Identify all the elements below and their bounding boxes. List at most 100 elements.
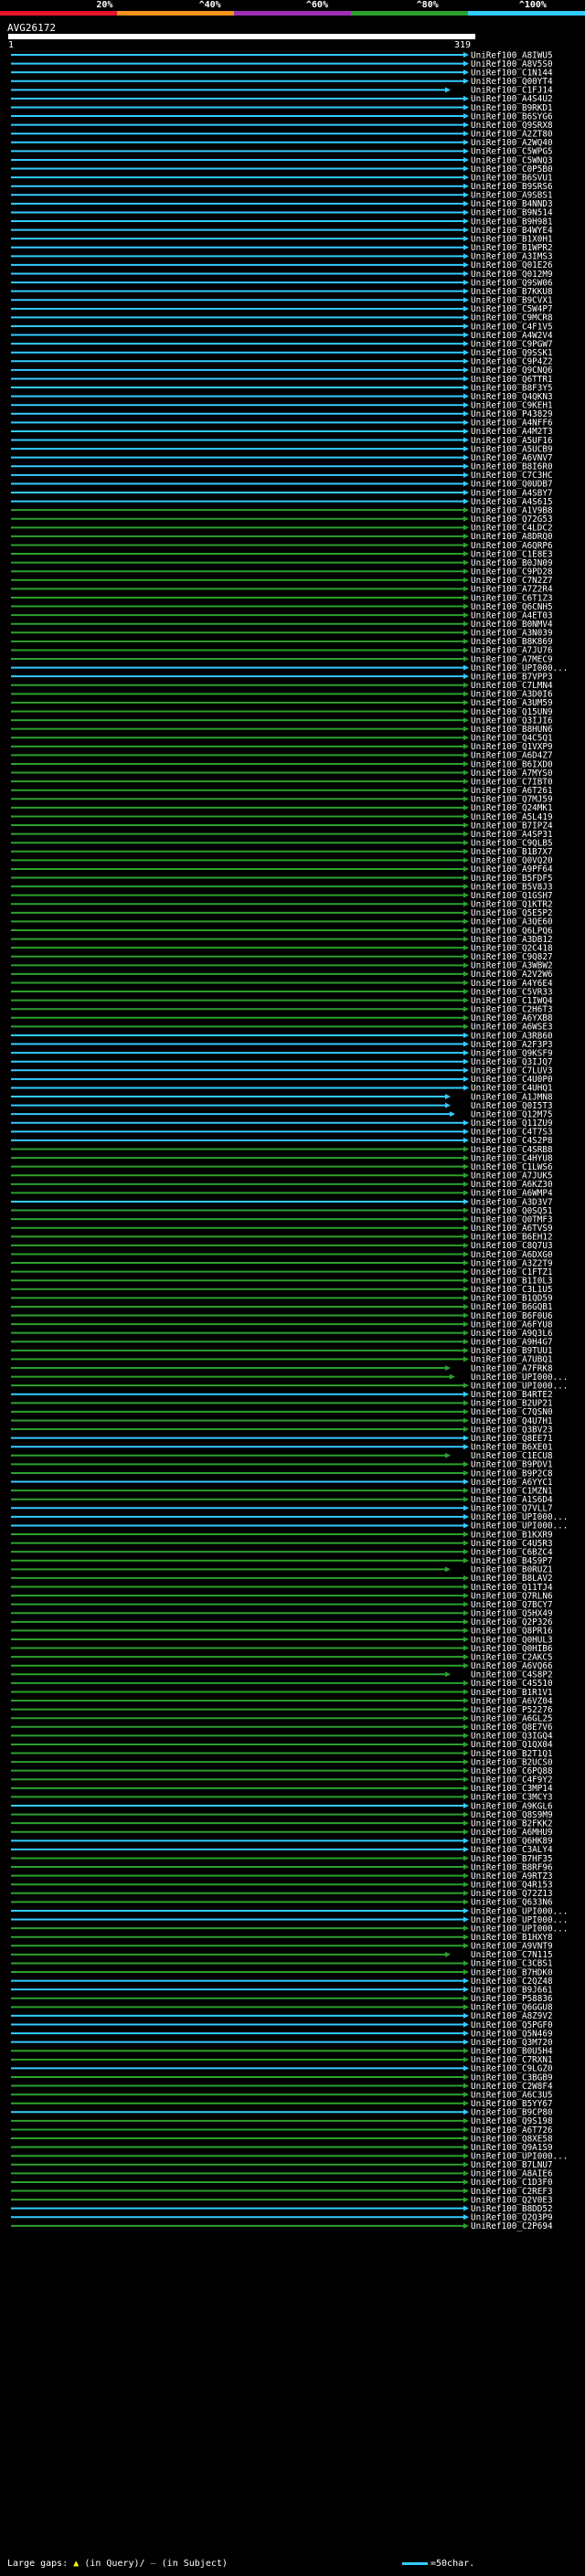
continuation-arrow-icon — [463, 1155, 469, 1161]
continuation-arrow-icon — [463, 936, 469, 942]
continuation-arrow-icon — [463, 1715, 469, 1722]
continuation-arrow-icon — [463, 831, 469, 837]
continuation-arrow-icon — [463, 1618, 469, 1625]
continuation-arrow-icon — [463, 2039, 469, 2045]
continuation-arrow-icon — [463, 1330, 469, 1336]
continuation-arrow-icon — [463, 1759, 469, 1765]
continuation-arrow-icon — [463, 848, 469, 854]
continuation-arrow-icon — [463, 1733, 469, 1739]
continuation-arrow-icon — [463, 1820, 469, 1827]
continuation-arrow-icon — [463, 2092, 469, 2098]
continuation-arrow-icon — [463, 822, 469, 829]
continuation-arrow-icon — [463, 358, 469, 365]
continuation-arrow-icon — [463, 1286, 469, 1292]
continuation-arrow-icon — [463, 1829, 469, 1835]
continuation-arrow-icon — [445, 87, 451, 93]
continuation-arrow-icon — [463, 865, 469, 872]
continuation-arrow-icon — [463, 1444, 469, 1450]
continuation-arrow-icon — [463, 1312, 469, 1319]
continuation-arrow-icon — [463, 1995, 469, 2001]
continuation-arrow-icon — [463, 577, 469, 583]
continuation-arrow-icon — [463, 1846, 469, 1852]
continuation-arrow-icon — [463, 1513, 469, 1520]
continuation-arrow-icon — [463, 1085, 469, 1091]
continuation-arrow-icon — [463, 918, 469, 925]
continuation-arrow-icon — [463, 1181, 469, 1187]
continuation-arrow-icon — [463, 594, 469, 600]
continuation-arrow-icon — [463, 1627, 469, 1634]
continuation-arrow-icon — [463, 1785, 469, 1791]
continuation-arrow-icon — [463, 603, 469, 610]
continuation-arrow-icon — [463, 1496, 469, 1502]
gaps-subject-label: (in Subject) — [161, 2559, 228, 2569]
continuation-arrow-icon — [463, 385, 469, 391]
continuation-arrow-icon — [463, 1532, 469, 1538]
continuation-arrow-icon — [463, 796, 469, 802]
continuation-arrow-icon — [463, 165, 469, 172]
continuation-arrow-icon — [463, 1260, 469, 1267]
continuation-arrow-icon — [463, 428, 469, 434]
continuation-arrow-icon — [463, 1916, 469, 1923]
continuation-arrow-icon — [463, 1680, 469, 1686]
continuation-arrow-icon — [463, 261, 469, 268]
continuation-arrow-icon — [463, 1356, 469, 1362]
hit-link[interactable]: UniRef100_C2P694 — [471, 2221, 553, 2231]
continuation-arrow-icon — [463, 1960, 469, 1966]
continuation-arrow-icon — [463, 840, 469, 846]
continuation-arrow-icon — [463, 402, 469, 408]
continuation-arrow-icon — [463, 2222, 469, 2229]
continuation-arrow-icon — [463, 1067, 469, 1074]
continuation-arrow-icon — [463, 726, 469, 732]
continuation-arrow-icon — [463, 1925, 469, 1932]
continuation-arrow-icon — [463, 1574, 469, 1581]
continuation-arrow-icon — [463, 156, 469, 163]
continuation-arrow-icon — [463, 1488, 469, 1494]
continuation-arrow-icon — [463, 1872, 469, 1879]
continuation-arrow-icon — [463, 769, 469, 776]
continuation-arrow-icon — [463, 1987, 469, 1993]
continuation-arrow-icon — [463, 341, 469, 347]
continuation-arrow-icon — [463, 288, 469, 294]
continuation-arrow-icon — [463, 1601, 469, 1607]
continuation-arrow-icon — [463, 525, 469, 531]
continuation-arrow-icon — [463, 2117, 469, 2124]
continuation-arrow-icon — [463, 376, 469, 382]
continuation-arrow-icon — [463, 1645, 469, 1651]
continuation-arrow-icon — [463, 270, 469, 277]
continuation-arrow-icon — [463, 139, 469, 145]
continuation-arrow-icon — [463, 1540, 469, 1546]
continuation-arrow-icon — [463, 542, 469, 548]
continuation-arrow-icon — [463, 2205, 469, 2211]
continuation-arrow-icon — [463, 2004, 469, 2010]
continuation-arrow-icon — [463, 559, 469, 566]
scale-swatch — [402, 2561, 428, 2565]
continuation-arrow-icon — [463, 1224, 469, 1231]
continuation-arrow-icon — [463, 787, 469, 793]
continuation-arrow-icon — [463, 1934, 469, 1940]
continuation-arrow-icon — [463, 1146, 469, 1152]
continuation-arrow-icon — [463, 909, 469, 916]
continuation-arrow-icon — [463, 463, 469, 470]
continuation-arrow-icon — [463, 2178, 469, 2185]
continuation-arrow-icon — [463, 1129, 469, 1135]
continuation-arrow-icon — [445, 1951, 451, 1957]
continuation-arrow-icon — [463, 875, 469, 881]
continuation-arrow-icon — [463, 568, 469, 575]
continuation-arrow-icon — [463, 1435, 469, 1441]
continuation-arrow-icon — [463, 481, 469, 487]
continuation-arrow-icon — [463, 1776, 469, 1783]
continuation-arrow-icon — [463, 2170, 469, 2177]
legend-footer: Large gaps: ▲ (in Query)/ – (in Subject)… — [7, 2559, 475, 2569]
continuation-arrow-icon — [463, 630, 469, 636]
continuation-arrow-icon — [463, 953, 469, 959]
continuation-arrow-icon — [463, 997, 469, 1003]
continuation-arrow-icon — [463, 620, 469, 627]
continuation-arrow-icon — [463, 1469, 469, 1476]
continuation-arrow-icon — [463, 52, 469, 58]
continuation-arrow-icon — [463, 1216, 469, 1223]
continuation-arrow-icon — [463, 647, 469, 653]
continuation-arrow-icon — [463, 236, 469, 242]
gaps-query-label: (in Query) — [84, 2559, 140, 2569]
continuation-arrow-icon — [463, 2030, 469, 2037]
continuation-arrow-icon — [463, 192, 469, 198]
